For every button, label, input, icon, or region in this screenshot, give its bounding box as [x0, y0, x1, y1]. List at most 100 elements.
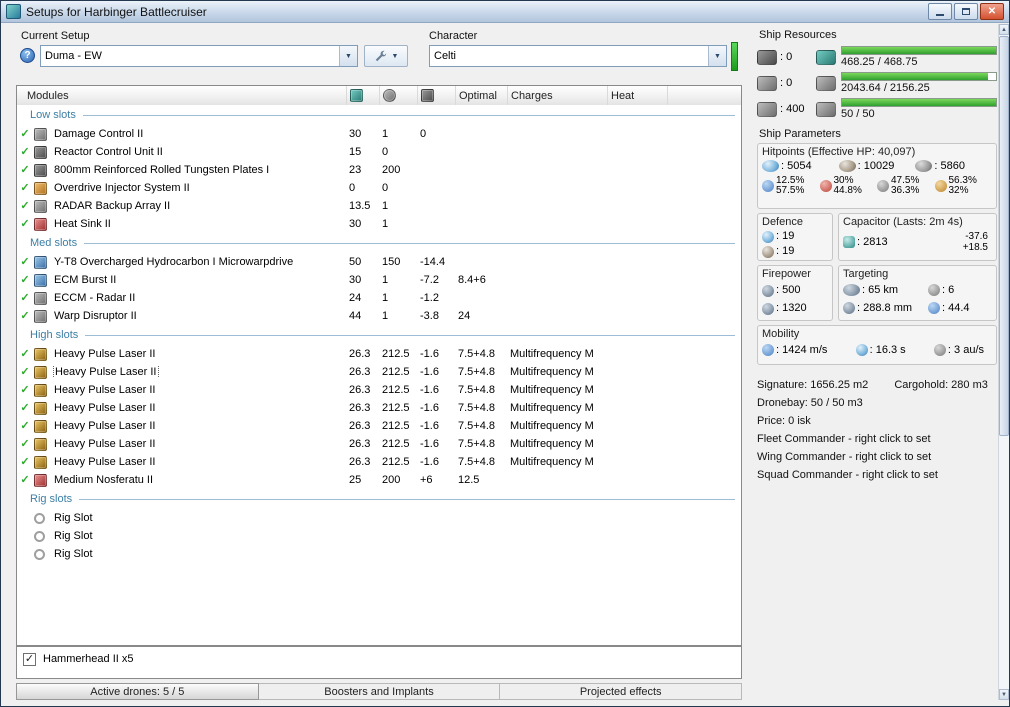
powergrid-column-header[interactable]	[380, 86, 418, 105]
module-name: Medium Nosferatu II	[54, 474, 154, 486]
module-row[interactable]: ✓ Heavy Pulse Laser II 26.3 212.5 -1.6 7.5+4.…	[17, 453, 741, 471]
module-row[interactable]: ✓ Heavy Pulse Laser II 26.3 212.5 -1.6 7.5+4.…	[17, 435, 741, 453]
fitted-check-icon: ✓	[20, 420, 30, 432]
module-pg: 0	[382, 182, 389, 194]
module-row[interactable]: ✓ Damage Control II 30 1 0	[17, 125, 741, 143]
armor-defence-icon	[762, 245, 774, 258]
modules-panel: Modules Optimal Charges Heat Low slots ✓ D…	[16, 85, 742, 646]
fitted-check-icon: ✓	[20, 474, 30, 486]
bottom-tab[interactable]: Active drones: 5 / 5	[16, 683, 259, 700]
module-row[interactable]: ✓ 800mm Reinforced Rolled Tungsten Plates…	[17, 161, 741, 179]
eccm-icon	[34, 291, 47, 305]
module-cpu: 23	[349, 164, 362, 176]
module-row[interactable]: ✓ Reactor Control Unit II 15 0	[17, 143, 741, 161]
dronebay-bar	[841, 98, 997, 107]
module-pg: 1	[382, 310, 389, 322]
info-lines: Signature: 1656.25 m2 Cargohold: 280 m3 Dr…	[757, 377, 997, 483]
info-line[interactable]: Wing Commander - right click to set	[757, 449, 997, 465]
pulse-laser-icon	[34, 365, 47, 379]
module-row[interactable]: ✓ Heavy Pulse Laser II 26.3 212.5 -1.6 7.5+4.…	[17, 399, 741, 417]
titlebar[interactable]: Setups for Harbinger Battlecruiser ✕	[1, 1, 1009, 23]
help-icon[interactable]: ?	[20, 48, 35, 63]
fitted-check-icon: ✓	[20, 274, 30, 286]
module-cap: -1.6	[420, 348, 439, 360]
module-row[interactable]: ✓ Heat Sink II 30 1	[17, 215, 741, 233]
modules-table-header: Modules Optimal Charges Heat	[17, 86, 741, 106]
fitted-check-icon: ✓	[20, 256, 30, 268]
module-row[interactable]: ✓ Heavy Pulse Laser II 26.3 212.5 -1.6 7.5+4.…	[17, 381, 741, 399]
pulse-laser-icon	[34, 383, 47, 397]
setup-combobox[interactable]: Duma - EW ▼	[40, 45, 358, 67]
bottom-tab[interactable]: Boosters and Implants	[258, 683, 501, 700]
info-line: Dronebay: 50 / 50 m3	[757, 397, 863, 409]
module-pg: 1	[382, 128, 389, 140]
module-row[interactable]: ✓ ECM Burst II 30 1 -7.2 8.4+6	[17, 271, 741, 289]
capacitor-column-header[interactable]	[418, 86, 456, 105]
module-row[interactable]: ✓ Heavy Pulse Laser II 26.3 212.5 -1.6 7.5+4.…	[17, 417, 741, 435]
heat-column-header[interactable]: Heat	[608, 86, 668, 105]
module-name: Heavy Pulse Laser II	[54, 420, 156, 432]
module-row[interactable]: ✓ Heavy Pulse Laser II 26.3 212.5 -1.6 7.5+4.…	[17, 363, 741, 381]
module-row[interactable]: ✓ Medium Nosferatu II 25 200 +6 12.5	[17, 471, 741, 489]
module-row[interactable]: ✓ Warp Disruptor II 44 1 -3.8 24	[17, 307, 741, 325]
module-name: Rig Slot	[54, 530, 93, 542]
scroll-up-icon[interactable]: ▲	[999, 24, 1009, 35]
module-optimal: 7.5+4.8	[458, 384, 496, 396]
fitted-check-icon: ✓	[20, 128, 30, 140]
module-charges: Multifrequency M	[510, 402, 594, 414]
explosive-resists: 56.3% 32%	[934, 176, 993, 196]
maximize-button[interactable]	[954, 3, 978, 20]
module-row[interactable]: ✓ Overdrive Injector System II 0 0	[17, 179, 741, 197]
align-time-icon	[855, 344, 868, 356]
module-name: Rig Slot	[54, 548, 93, 560]
defence-panel: Defence 19 19	[757, 213, 833, 261]
fitted-check-icon: ✓	[20, 456, 30, 468]
right-panel: Ship Resources 0 468.25 / 468.75 0 2043.…	[749, 23, 999, 706]
setup-tools-button[interactable]: ▼	[364, 45, 408, 67]
module-row[interactable]: Rig Slot	[17, 527, 741, 545]
charges-column-header[interactable]: Charges	[508, 86, 608, 105]
vertical-scrollbar[interactable]: ▲ ▼	[998, 24, 1009, 700]
character-combobox[interactable]: Celti ▼	[429, 45, 727, 67]
module-row[interactable]: ✓ ECCM - Radar II 24 1 -1.2	[17, 289, 741, 307]
module-row[interactable]: ✓ RADAR Backup Array II 13.5 1	[17, 197, 741, 215]
section-header-low-slots: Low slots	[17, 105, 741, 125]
module-row[interactable]: ✓ Y-T8 Overcharged Hydrocarbon I Microwar…	[17, 253, 741, 271]
close-button[interactable]: ✕	[980, 3, 1004, 20]
align-time: 16.3 s	[855, 344, 906, 356]
module-row[interactable]: ✓ Heavy Pulse Laser II 26.3 212.5 -1.6 7.5+4.…	[17, 345, 741, 363]
info-line[interactable]: Squad Commander - right click to set	[757, 467, 997, 483]
drone-item[interactable]: ✓ Hammerhead II x5	[23, 651, 735, 667]
drone-checkbox[interactable]: ✓	[23, 652, 36, 666]
module-pg: 212.5	[382, 402, 410, 414]
module-row[interactable]: Rig Slot	[17, 545, 741, 563]
module-cpu: 15	[349, 146, 362, 158]
module-row[interactable]: Rig Slot	[17, 509, 741, 527]
module-pg: 1	[382, 200, 389, 212]
cpu-usage-text: 468.25 / 468.75	[841, 56, 918, 68]
scrollbar-thumb[interactable]	[999, 36, 1009, 436]
modules-column-header[interactable]: Modules	[17, 86, 347, 105]
minimize-button[interactable]	[928, 3, 952, 20]
app-icon	[6, 4, 21, 19]
module-cap: -14.4	[420, 256, 446, 268]
cpu-column-header[interactable]	[347, 86, 380, 105]
section-divider	[84, 242, 735, 244]
calibration-icon	[757, 101, 777, 117]
optimal-column-header[interactable]: Optimal	[456, 86, 508, 105]
armor-icon	[838, 160, 856, 172]
chevron-down-icon[interactable]: ▼	[708, 46, 726, 66]
cpu-bar	[841, 46, 997, 55]
dps-icon	[762, 302, 774, 315]
warp-speed-icon	[933, 344, 946, 356]
module-cpu: 26.3	[349, 456, 371, 468]
bottom-tab[interactable]: Projected effects	[500, 683, 743, 700]
speed-icon	[762, 344, 774, 356]
chevron-down-icon[interactable]: ▼	[339, 46, 357, 66]
module-optimal: 24	[458, 310, 471, 322]
module-name: Heavy Pulse Laser II	[54, 384, 156, 396]
info-line[interactable]: Fleet Commander - right click to set	[757, 431, 997, 447]
scroll-down-icon[interactable]: ▼	[999, 689, 1009, 700]
module-cpu: 30	[349, 274, 362, 286]
max-velocity: 1424 m/s	[762, 344, 827, 356]
